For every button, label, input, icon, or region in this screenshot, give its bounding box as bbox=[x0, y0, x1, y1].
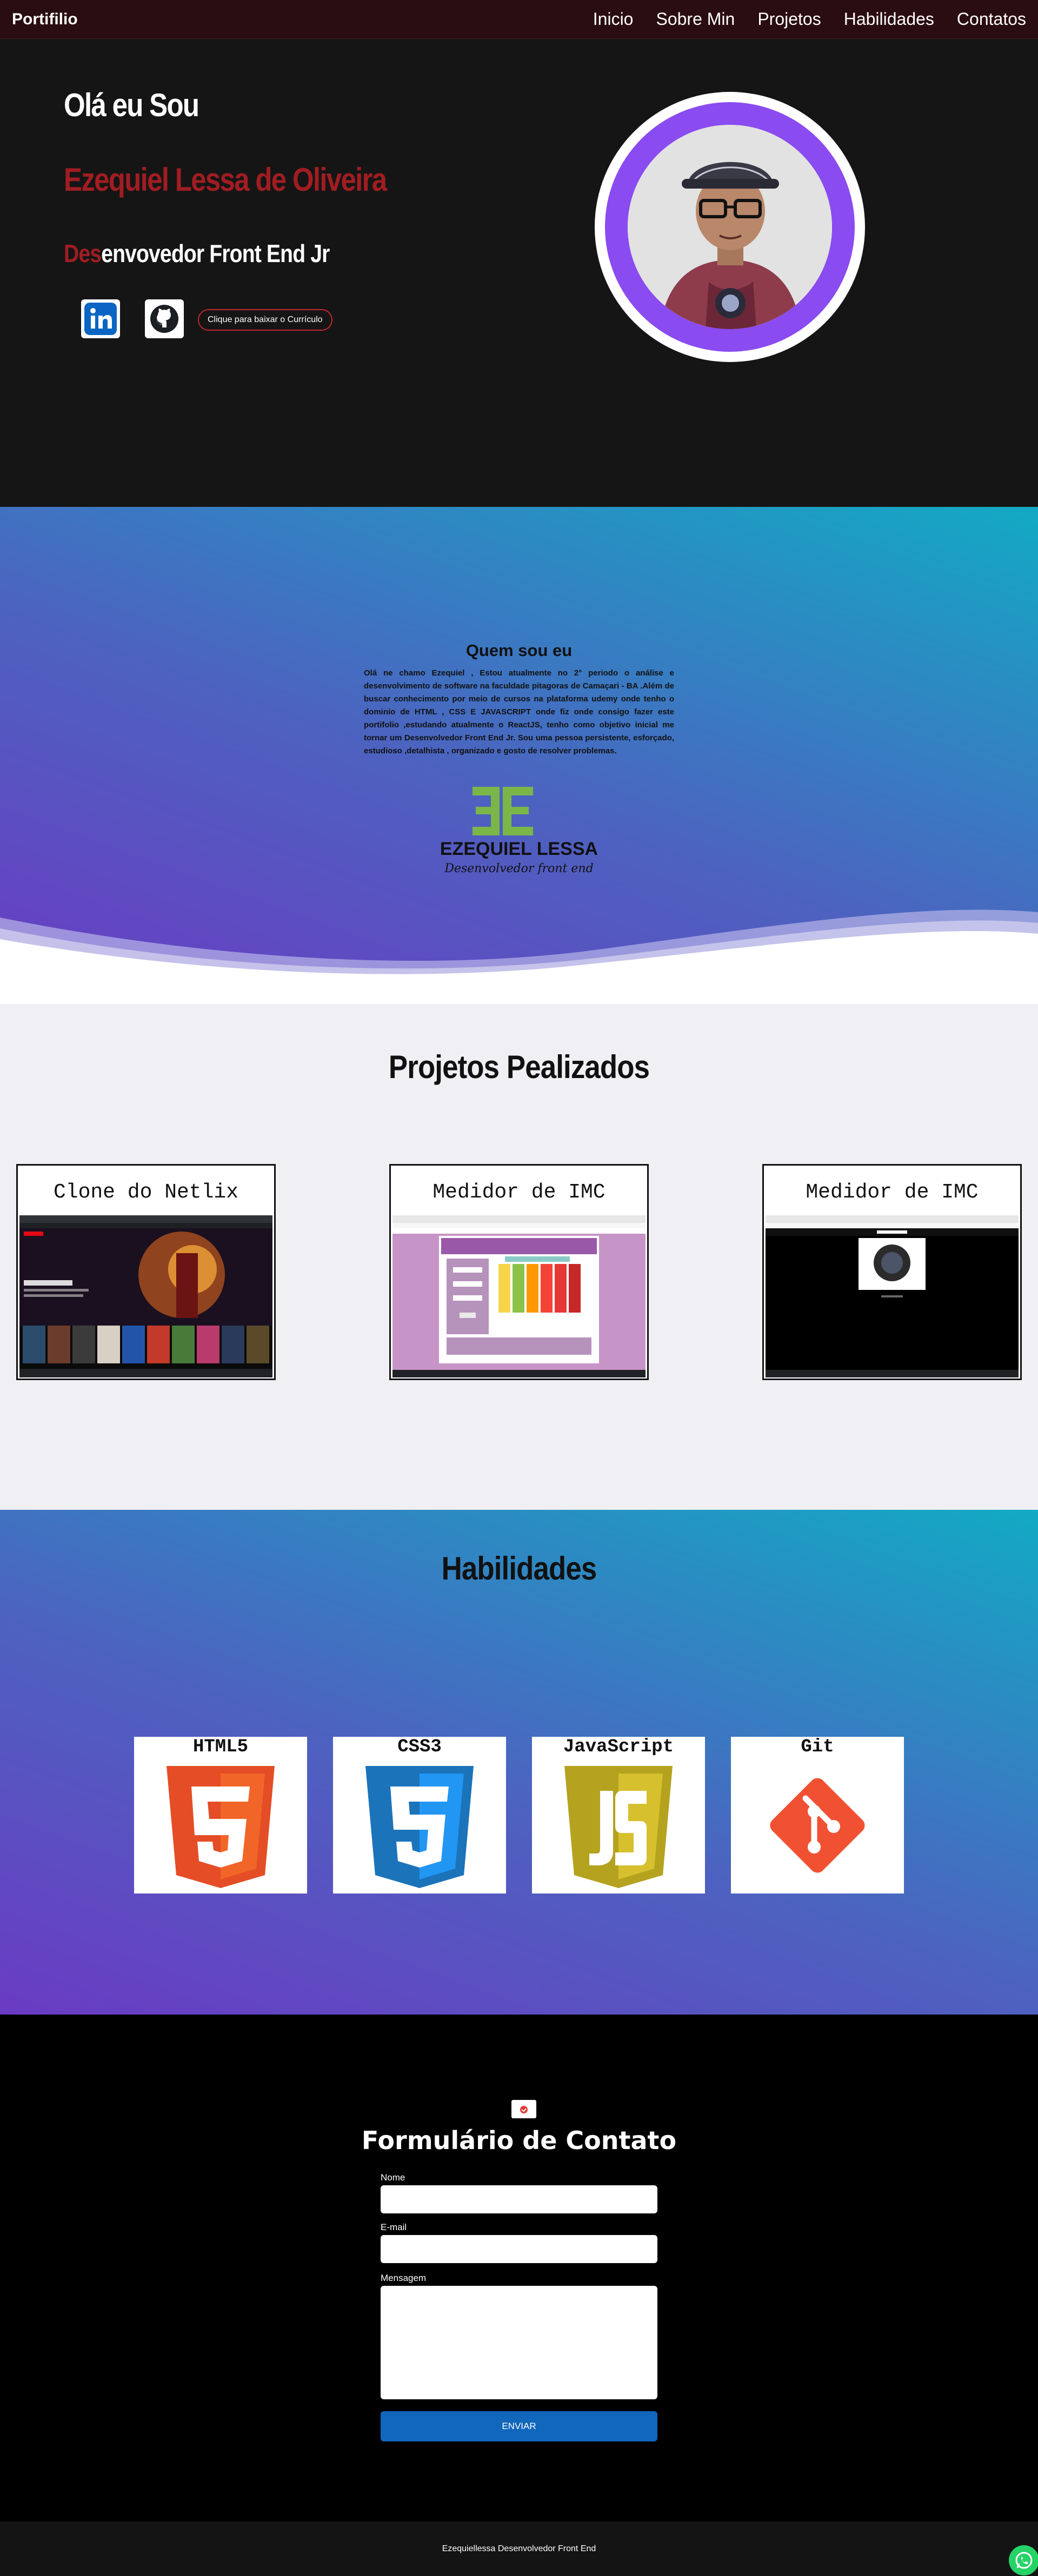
skill-card-javascript: JavaScript bbox=[532, 1737, 705, 1893]
javascript-icon bbox=[564, 1766, 673, 1888]
project-screenshot bbox=[766, 1215, 1019, 1377]
nav-link-inicio[interactable]: Inicio bbox=[593, 9, 634, 29]
personal-logo: EZEQUIEL LESSA Desenvolvedor front end bbox=[440, 787, 598, 874]
about-section: Quem sou eu Olá ne chamo Ezequiel , Esto… bbox=[0, 507, 1038, 1004]
project-card-netflix[interactable]: Clone do Netlix bbox=[16, 1164, 276, 1380]
skill-name: Git bbox=[801, 1737, 834, 1757]
contact-title: Formulário de Contato bbox=[361, 2126, 677, 2155]
skill-card-css3: CSS3 bbox=[333, 1737, 506, 1893]
avatar-photo bbox=[628, 125, 832, 329]
projects-title: Projetos Pealizados bbox=[388, 1049, 650, 1085]
email-label: E-mail bbox=[381, 2222, 407, 2232]
message-textarea[interactable] bbox=[381, 2286, 657, 2399]
skill-card-html5: HTML5 bbox=[134, 1737, 307, 1893]
skills-section: Habilidades HTML5 CSS3 JavaScript Git bbox=[0, 1510, 1038, 2015]
download-cv-button[interactable]: Clique para baixar o Currículo bbox=[198, 309, 332, 331]
css3-icon bbox=[365, 1766, 474, 1888]
github-link[interactable] bbox=[145, 299, 184, 338]
nav-menu: Inicio Sobre Min Projetos Habilidades Co… bbox=[593, 9, 1026, 29]
project-card-imc-2[interactable]: Medidor de IMC bbox=[762, 1164, 1022, 1380]
name-input[interactable] bbox=[381, 2185, 657, 2213]
whatsapp-button[interactable] bbox=[1009, 2545, 1038, 2575]
hero-role-rest: envovedor Front End Jr bbox=[101, 239, 330, 267]
hero-greeting: Olá eu Sou bbox=[64, 87, 199, 123]
email-input[interactable] bbox=[381, 2235, 657, 2263]
name-label: Nome bbox=[381, 2172, 405, 2183]
nav-link-projetos[interactable]: Projetos bbox=[757, 9, 821, 29]
top-navbar: Portifilio Inicio Sobre Min Projetos Hab… bbox=[0, 0, 1038, 39]
project-title: Clone do Netlix bbox=[53, 1181, 239, 1204]
logo-name: EZEQUIEL LESSA bbox=[440, 839, 598, 859]
skill-name: CSS3 bbox=[397, 1737, 442, 1757]
logo-tagline: Desenvolvedor front end bbox=[444, 862, 593, 874]
footer-text: Ezequiellessa Desenvolvedor Front End bbox=[442, 2544, 596, 2553]
github-icon bbox=[148, 303, 181, 335]
linkedin-link[interactable] bbox=[81, 299, 120, 338]
html5-icon bbox=[167, 1766, 275, 1888]
project-screenshot bbox=[392, 1215, 646, 1377]
skills-title: Habilidades bbox=[441, 1550, 597, 1587]
hero-role: Desenvovedor Front End Jr bbox=[64, 239, 330, 268]
about-title: Quem sou eu bbox=[465, 641, 573, 660]
linkedin-icon bbox=[84, 303, 117, 335]
about-text: Olá ne chamo Ezequiel , Estou atualmente… bbox=[364, 668, 674, 755]
submit-button[interactable]: ENVIAR bbox=[381, 2411, 657, 2441]
git-icon bbox=[770, 1778, 865, 1873]
skill-name: HTML5 bbox=[192, 1737, 249, 1757]
hero-name: Ezequiel Lessa de Oliveira bbox=[64, 162, 387, 198]
contact-section: Formulário de Contato Nome E-mail Mensag… bbox=[0, 2015, 1038, 2521]
project-card-imc-1[interactable]: Medidor de IMC bbox=[389, 1164, 649, 1380]
nav-link-contatos[interactable]: Contatos bbox=[957, 9, 1026, 29]
nav-link-sobre[interactable]: Sobre Min bbox=[656, 9, 735, 29]
hero-role-prefix: Des bbox=[64, 239, 102, 267]
project-screenshot bbox=[19, 1215, 272, 1377]
skill-name: JavaScript bbox=[563, 1737, 674, 1757]
nav-link-habilidades[interactable]: Habilidades bbox=[844, 9, 934, 29]
mail-icon bbox=[511, 2100, 536, 2118]
projects-section: Projetos Pealizados Clone do Netlix Medi… bbox=[0, 1004, 1038, 1510]
hero-section: Olá eu Sou Ezequiel Lessa de Oliveira De… bbox=[0, 39, 1038, 507]
footer: Ezequiellessa Desenvolvedor Front End bbox=[0, 2521, 1038, 2576]
avatar-ring bbox=[605, 102, 855, 352]
project-title: Medidor de IMC bbox=[432, 1181, 606, 1204]
brand-logo[interactable]: Portifilio bbox=[12, 10, 78, 29]
project-title: Medidor de IMC bbox=[806, 1181, 979, 1204]
message-label: Mensagem bbox=[381, 2273, 427, 2283]
skill-card-git: Git bbox=[731, 1737, 904, 1893]
avatar bbox=[595, 92, 865, 362]
whatsapp-icon bbox=[1015, 2552, 1033, 2569]
section-wave bbox=[0, 909, 1038, 1004]
